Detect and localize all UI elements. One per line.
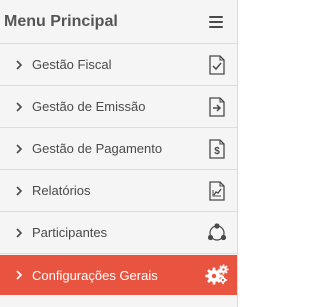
menu-item-label: Relatórios	[32, 183, 91, 198]
menu-item-gestao-emissao[interactable]: Gestão de Emissão	[0, 86, 237, 128]
chevron-right-icon	[16, 59, 26, 70]
chevron-right-icon	[16, 185, 26, 196]
chevron-right-icon	[16, 270, 26, 280]
hamburger-icon[interactable]	[209, 15, 223, 28]
menu-item-gestao-pagamento[interactable]: Gestão de Pagamento $	[0, 128, 237, 170]
document-export-icon	[205, 95, 229, 119]
menu-item-label: Participantes	[32, 225, 108, 240]
menu-item-label: Configurações Gerais	[32, 267, 158, 283]
menu-item-participantes[interactable]: Participantes	[0, 212, 237, 254]
chevron-right-icon	[16, 143, 26, 154]
menu-item-label: Gestão de Emissão	[32, 99, 146, 114]
gears-icon	[205, 263, 229, 287]
menu-item-configuracoes-gerais[interactable]: Configurações Gerais	[0, 255, 237, 295]
document-chart-icon	[205, 179, 229, 203]
network-icon	[205, 221, 229, 245]
chevron-right-icon	[16, 101, 26, 112]
chevron-right-icon	[16, 227, 26, 238]
svg-text:$: $	[214, 146, 220, 157]
menu-title: Menu Principal	[4, 12, 118, 30]
main-menu: Menu Principal Gestão Fiscal Gestão de E…	[0, 0, 238, 307]
menu-item-relatorios[interactable]: Relatórios	[0, 170, 237, 212]
document-check-icon	[205, 53, 229, 77]
menu-header: Menu Principal	[0, 0, 237, 44]
document-dollar-icon: $	[205, 137, 229, 161]
menu-item-label: Gestão Fiscal	[32, 57, 112, 72]
menu-item-label: Gestão de Pagamento	[32, 141, 163, 156]
menu-item-gestao-fiscal[interactable]: Gestão Fiscal	[0, 44, 237, 86]
